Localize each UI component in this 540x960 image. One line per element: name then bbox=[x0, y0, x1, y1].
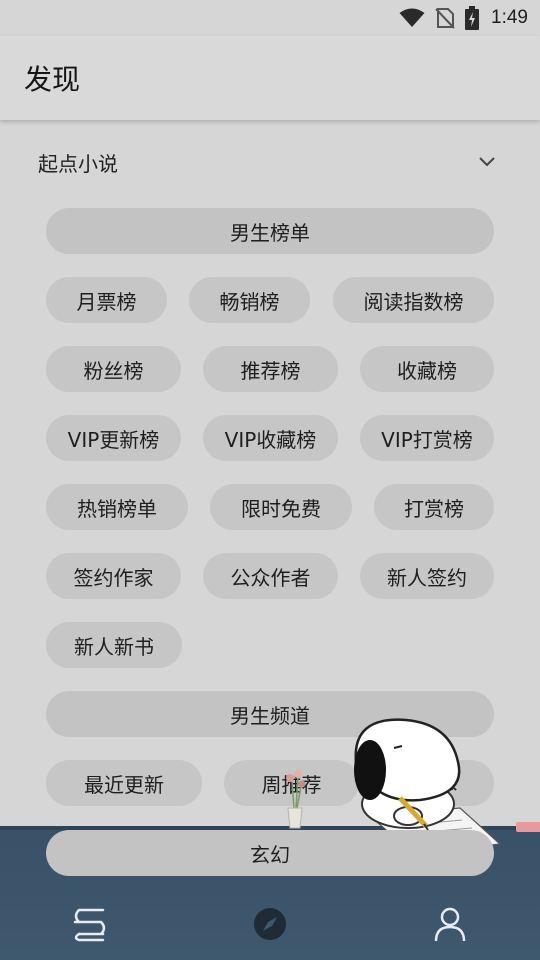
rank-item-label: 新人新书 bbox=[74, 634, 154, 659]
rank-item-label: 打赏榜 bbox=[404, 496, 464, 521]
section-title: 男生频道 bbox=[230, 703, 310, 728]
app-header: 发现 bbox=[0, 36, 540, 120]
rank-item-label: VIP收藏榜 bbox=[224, 427, 317, 452]
rank-item[interactable]: VIP打赏榜 bbox=[360, 415, 494, 461]
rank-item-label: 限时免费 bbox=[241, 496, 321, 521]
discover-screen: 1:49 发现 起点小说 男生榜单 月票榜 畅销榜 阅读指数榜 粉丝榜 推荐榜 … bbox=[0, 0, 540, 960]
rank-item[interactable]: VIP更新榜 bbox=[46, 415, 181, 461]
rank-item-label: 畅销榜 bbox=[219, 289, 280, 314]
rank-item[interactable]: 新人新书 bbox=[46, 622, 182, 668]
channel-item[interactable]: 最近更新 bbox=[46, 760, 202, 806]
rank-item-label: 粉丝榜 bbox=[83, 358, 144, 383]
bookshelf-icon bbox=[73, 908, 106, 942]
section-title: 玄幻 bbox=[250, 842, 290, 867]
rank-item[interactable]: 公众作者 bbox=[203, 553, 338, 599]
rank-item-label: 阅读指数榜 bbox=[363, 289, 464, 314]
rank-item[interactable]: 新人签约 bbox=[360, 553, 494, 599]
status-icons: 1:49 bbox=[399, 4, 528, 32]
flower-vase-illustration bbox=[286, 770, 306, 829]
rank-item-label: 推荐榜 bbox=[240, 358, 301, 383]
rank-item[interactable]: 打赏榜 bbox=[374, 484, 494, 530]
nav-discover[interactable] bbox=[244, 898, 296, 950]
chevron-down-icon[interactable] bbox=[476, 150, 498, 172]
rank-item-label: 热销榜单 bbox=[77, 496, 157, 521]
rank-item[interactable]: 畅销榜 bbox=[189, 277, 310, 323]
section-header-male-rankings[interactable]: 男生榜单 bbox=[46, 208, 494, 254]
rank-item[interactable]: VIP收藏榜 bbox=[203, 415, 338, 461]
rank-item-label: 新人签约 bbox=[387, 565, 467, 590]
rank-item-label: VIP更新榜 bbox=[67, 427, 160, 452]
rank-item[interactable]: 阅读指数榜 bbox=[333, 277, 494, 323]
no-sim-icon bbox=[435, 8, 455, 29]
battery-charging-icon bbox=[465, 6, 480, 30]
rank-item[interactable]: 限时免费 bbox=[210, 484, 352, 530]
rank-item[interactable]: 粉丝榜 bbox=[46, 346, 181, 392]
source-selector[interactable]: 起点小说 bbox=[38, 148, 504, 176]
rank-item-label: 月票榜 bbox=[76, 289, 137, 314]
rank-item[interactable]: 签约作家 bbox=[46, 553, 181, 599]
channel-item-label: 最近更新 bbox=[84, 772, 164, 797]
page-title: 发现 bbox=[24, 63, 81, 96]
nav-bookshelf[interactable] bbox=[64, 898, 116, 950]
rank-item-label: 签约作家 bbox=[73, 565, 154, 590]
source-label: 起点小说 bbox=[38, 152, 118, 176]
rank-item[interactable]: 热销榜单 bbox=[46, 484, 188, 530]
user-icon bbox=[434, 907, 466, 942]
status-bar: 1:49 bbox=[0, 0, 540, 36]
rank-item-label: 公众作者 bbox=[230, 565, 311, 590]
rank-item-label: 收藏榜 bbox=[397, 358, 457, 383]
rank-item-label: VIP打赏榜 bbox=[381, 427, 473, 452]
nav-profile[interactable] bbox=[424, 898, 476, 950]
section-title: 男生榜单 bbox=[230, 220, 310, 245]
rank-item[interactable]: 推荐榜 bbox=[203, 346, 338, 392]
rank-item[interactable]: 月票榜 bbox=[46, 277, 167, 323]
compass-icon bbox=[254, 908, 286, 940]
wifi-icon bbox=[399, 8, 425, 27]
section-header-fantasy[interactable]: 玄幻 bbox=[46, 830, 494, 876]
status-time: 1:49 bbox=[491, 7, 528, 28]
rank-item[interactable]: 收藏榜 bbox=[360, 346, 494, 392]
